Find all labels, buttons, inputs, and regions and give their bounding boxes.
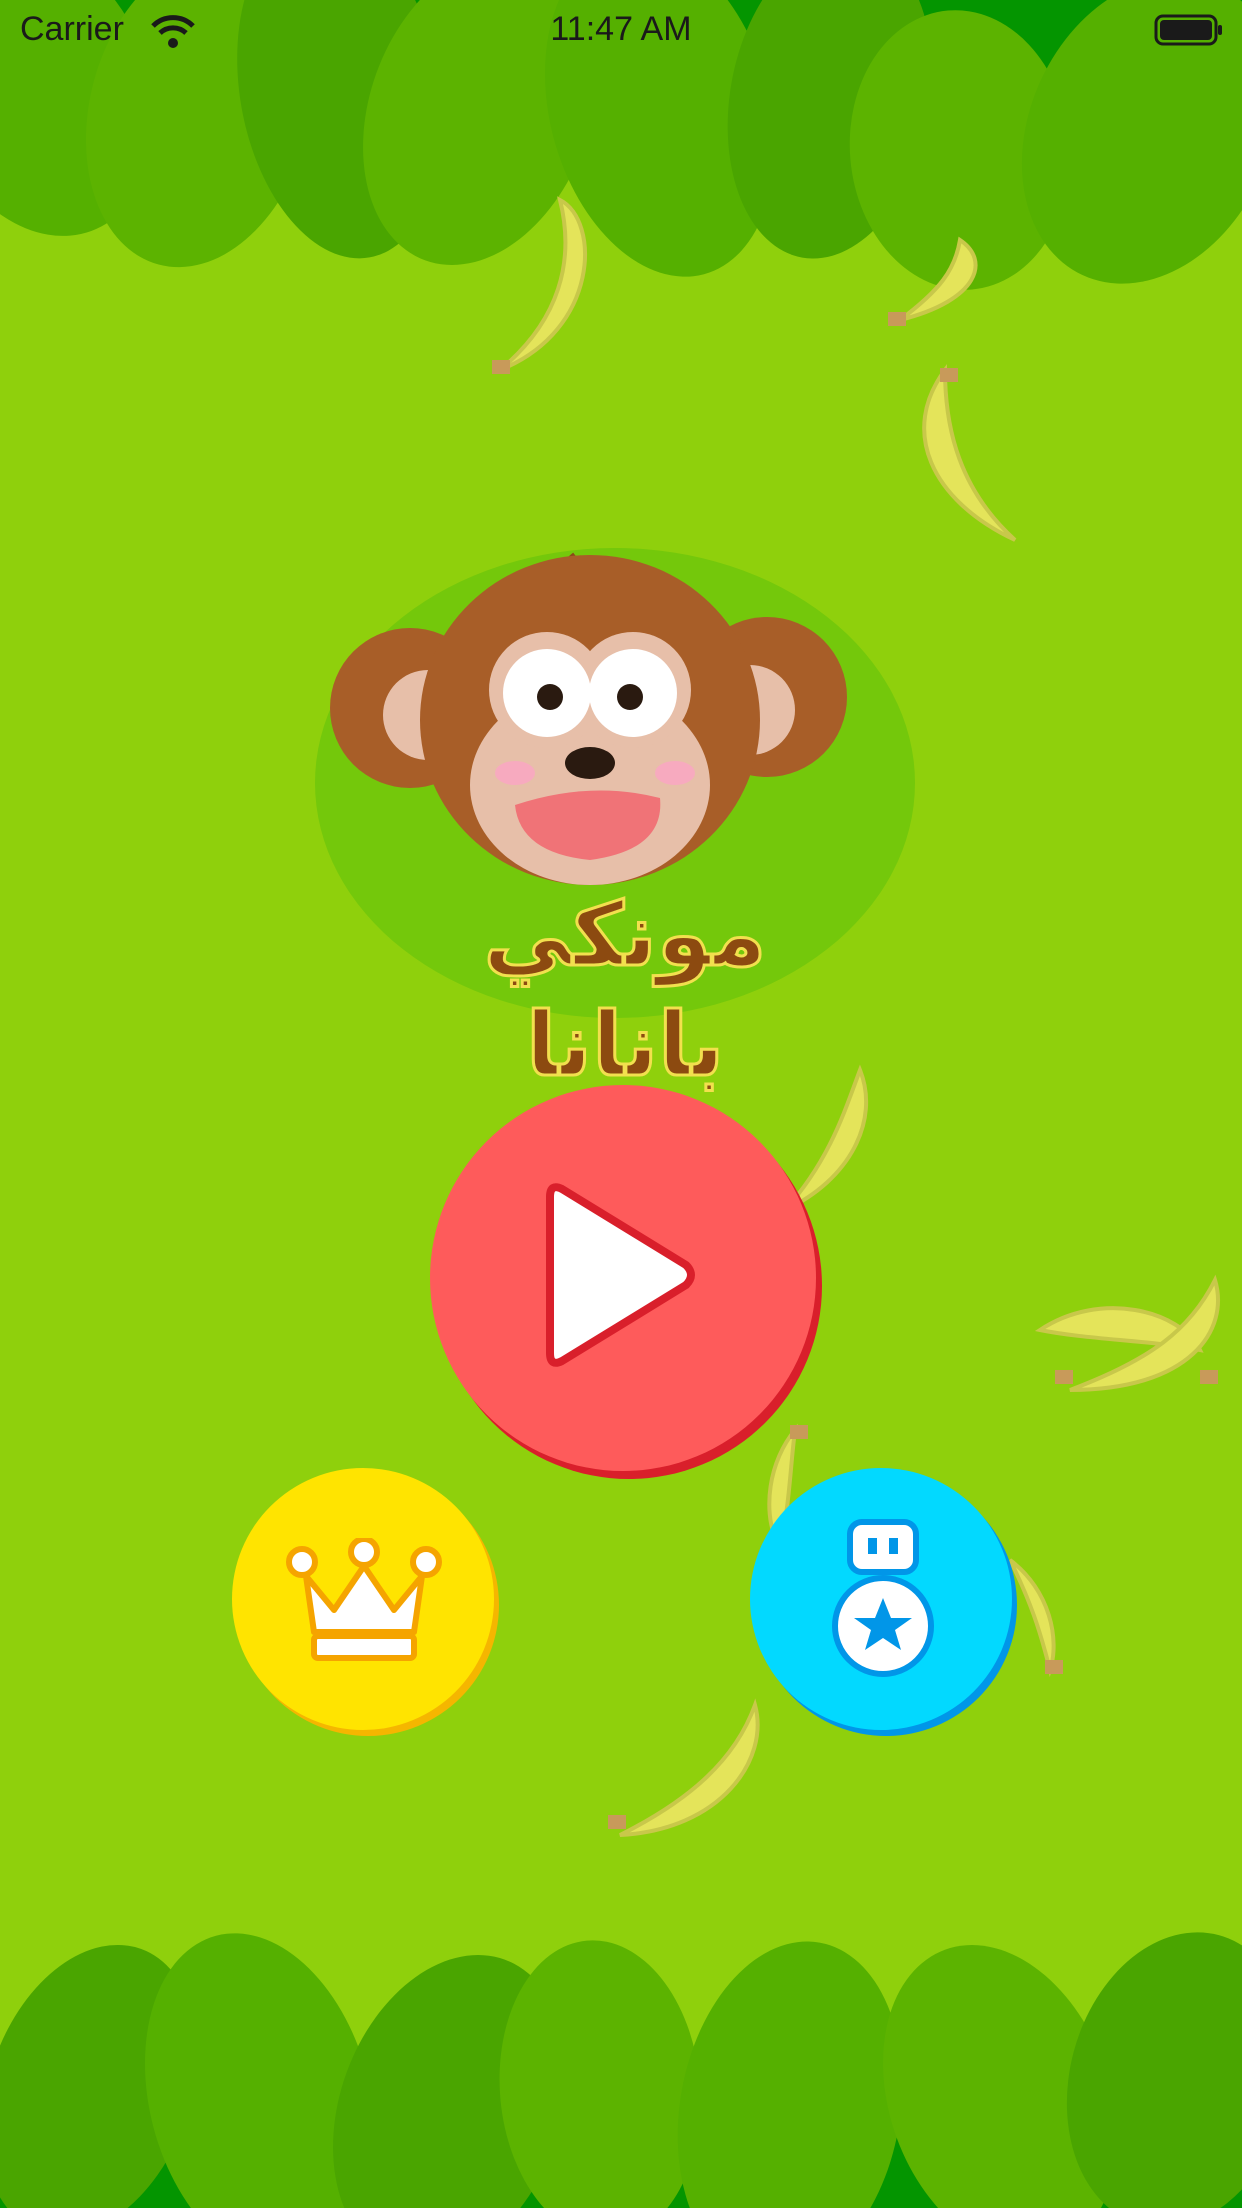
clock-label: 11:47 AM [550,10,692,48]
achievements-button[interactable] [750,1468,1012,1730]
play-icon [546,1183,695,1367]
game-title: مونكي بانانا [482,882,767,1098]
crown-icon [286,1538,442,1661]
leaderboard-button[interactable] [232,1468,494,1730]
battery-icon [1154,14,1222,46]
status-bar: Carrier 11:47 AM [0,0,1242,60]
medal-icon [832,1519,934,1677]
game-menu-screen: Carrier 11:47 AM مونكي بانانا [0,0,1242,2208]
play-button[interactable] [430,1085,816,1471]
